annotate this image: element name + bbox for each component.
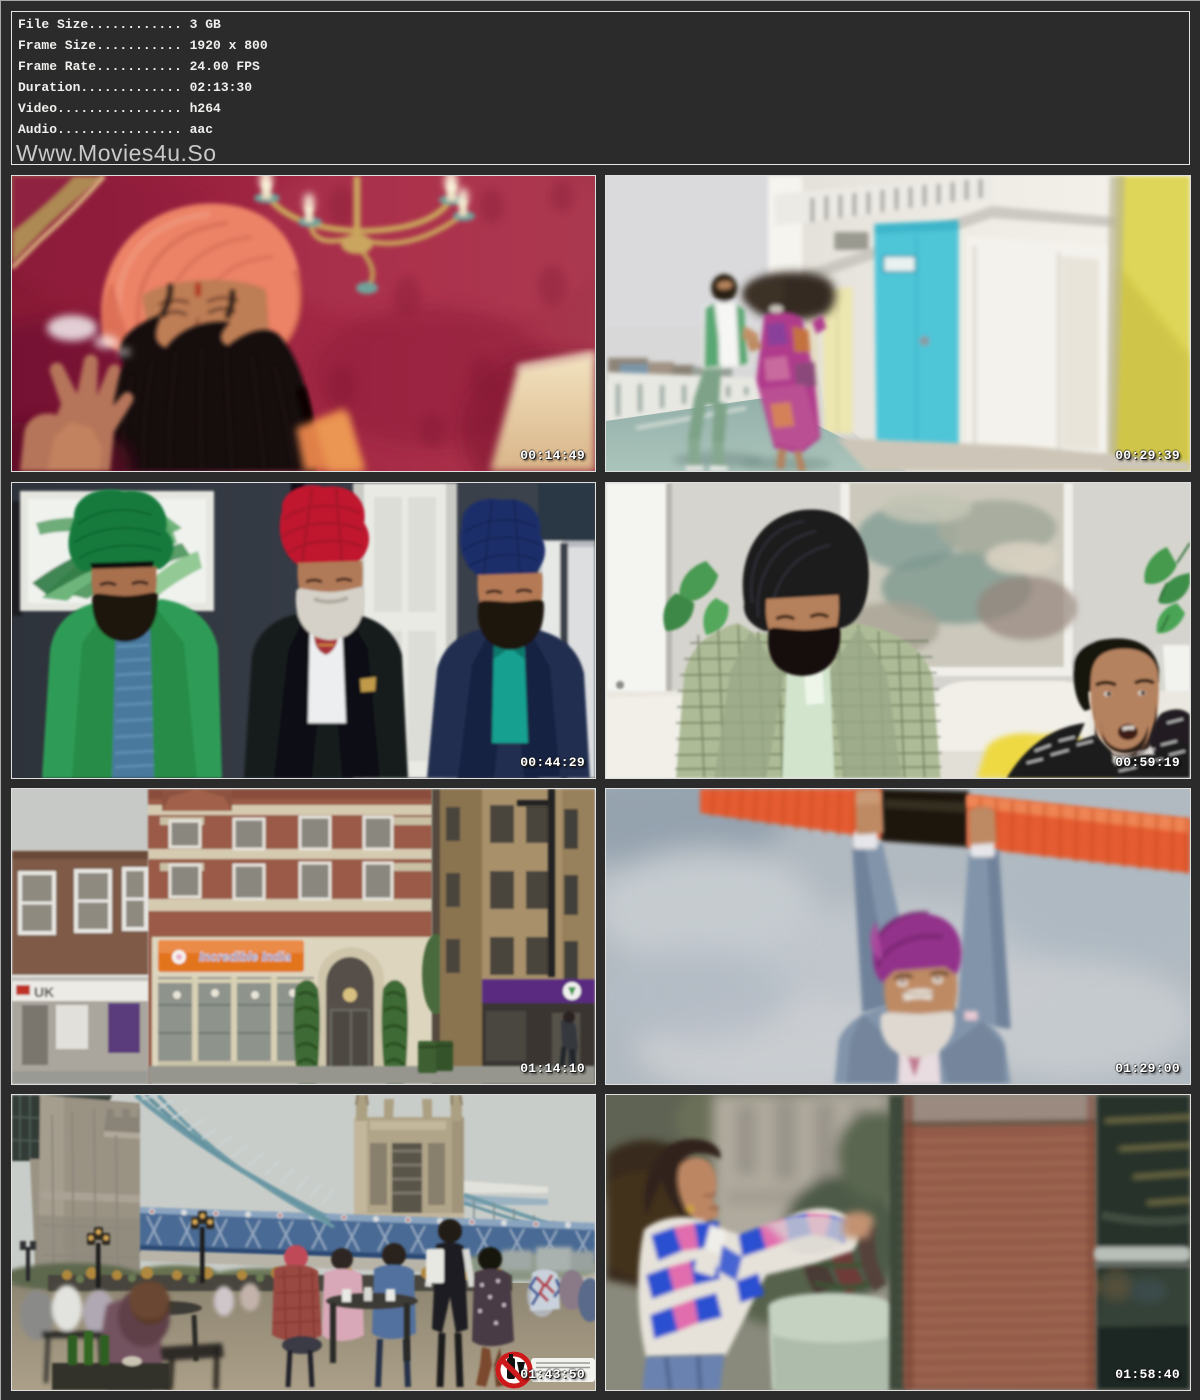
svg-text:UK: UK	[34, 984, 54, 1000]
svg-text:Incredible India: Incredible India	[199, 950, 291, 964]
